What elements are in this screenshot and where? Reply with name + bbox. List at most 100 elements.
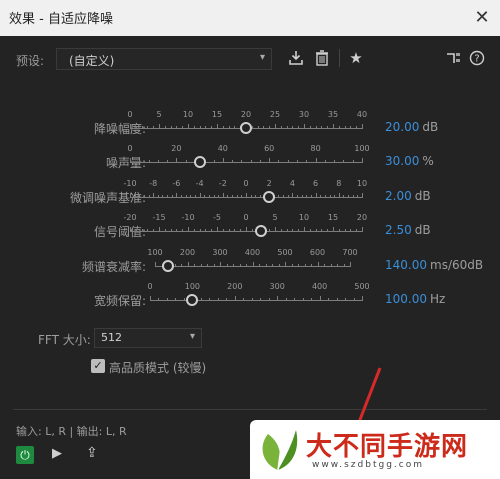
slider-value-unit: ms/60dB: [430, 258, 484, 272]
tick-mark: [321, 126, 323, 129]
tick-mark: [350, 126, 352, 129]
tick-mark: [141, 126, 143, 129]
tick-mark: [153, 126, 155, 129]
tick-mark: [356, 229, 358, 232]
watermark-url: www.szdbtgg.com: [312, 460, 424, 470]
tick-label: 600: [309, 248, 326, 257]
tick-mark: [357, 195, 359, 198]
tick-label: 60: [264, 144, 275, 153]
tick-mark: [130, 158, 131, 163]
tick-mark: [222, 158, 224, 163]
tick-mark: [278, 160, 280, 163]
tick-mark: [234, 296, 236, 301]
tick-mark: [329, 195, 331, 198]
slider-value[interactable]: 20.00 dB: [385, 120, 438, 134]
slider-value[interactable]: 100.00 Hz: [385, 292, 445, 306]
slider-value-number[interactable]: 2.00: [385, 189, 412, 203]
tick-mark: [170, 126, 172, 129]
tick-mark: [217, 124, 218, 129]
tick-label: 20: [240, 110, 252, 119]
tick-label: 0: [147, 282, 153, 291]
tick-mark: [139, 160, 141, 163]
slider-value-number[interactable]: 30.00: [385, 154, 419, 168]
tick-mark: [292, 229, 294, 232]
slider-value-unit: dB: [422, 120, 439, 134]
slider-value-number[interactable]: 100.00: [385, 292, 427, 306]
slider-track[interactable]: [150, 300, 362, 301]
tick-mark: [130, 227, 131, 232]
leaf-logo-icon: [262, 430, 298, 471]
slider-value[interactable]: 2.00 dB: [385, 189, 431, 203]
tick-mark: [328, 298, 330, 301]
slider-value[interactable]: 30.00%: [385, 154, 434, 168]
tick-mark: [362, 124, 363, 129]
slider-label: 降噪幅度:: [93, 122, 146, 136]
tick-mark: [278, 264, 280, 267]
tick-mark: [148, 195, 150, 198]
tick-mark: [213, 195, 215, 198]
tick-label: 30: [298, 110, 310, 119]
slider-value-number[interactable]: 140.00: [385, 258, 427, 272]
tick-mark: [239, 264, 241, 267]
slider-knob[interactable]: [263, 191, 276, 203]
tick-mark: [241, 195, 243, 198]
tick-mark: [130, 193, 131, 198]
slider-knob[interactable]: [240, 122, 252, 134]
tick-mark: [298, 126, 300, 129]
tick-label: 0: [127, 110, 133, 119]
slider-knob[interactable]: [254, 225, 267, 237]
tick-mark: [268, 298, 270, 301]
watermark-logo: 大不同手游网 www.szdbtgg.com: [250, 420, 500, 479]
slider-value[interactable]: 140.00 ms/60dB: [385, 258, 483, 272]
tick-label: 200: [179, 248, 196, 257]
tick-label: 0: [243, 179, 249, 188]
slider-knob[interactable]: [162, 260, 174, 272]
tick-mark: [269, 229, 271, 232]
tick-mark: [275, 124, 276, 129]
tick-mark: [319, 296, 321, 301]
tick-mark: [315, 158, 317, 163]
tick-mark: [167, 160, 169, 163]
tick-mark: [174, 264, 176, 267]
tick-mark: [243, 298, 245, 301]
slider-value[interactable]: 2.50 dB: [385, 223, 431, 237]
tick-mark: [164, 229, 166, 232]
tick-label: 35: [327, 110, 339, 119]
slider-value-number[interactable]: 2.50: [385, 223, 412, 237]
tick-mark: [343, 195, 345, 198]
tick-mark: [348, 195, 350, 198]
tick-mark: [304, 227, 305, 232]
tick-mark: [294, 298, 296, 301]
tick-label: 100: [354, 144, 370, 153]
tick-mark: [182, 229, 184, 232]
tick-mark: [252, 262, 254, 267]
slider-knob[interactable]: [193, 156, 206, 168]
tick-mark: [199, 126, 201, 129]
tick-mark: [362, 296, 363, 301]
tick-mark: [181, 264, 182, 267]
tick-label: 2: [266, 179, 272, 188]
slider-knob[interactable]: [186, 294, 199, 306]
tick-mark: [176, 158, 178, 163]
slider-track[interactable]: [130, 162, 362, 163]
tick-mark: [306, 195, 308, 198]
tick-mark: [344, 229, 346, 232]
tick-mark: [222, 229, 224, 232]
tick-mark: [155, 262, 156, 267]
tick-mark: [190, 195, 192, 198]
tick-mark: [193, 229, 195, 232]
tick-mark: [135, 229, 137, 232]
tick-label: 100: [147, 248, 163, 257]
tick-mark: [343, 264, 345, 267]
tick-label: -6: [172, 179, 181, 188]
slider-value-number[interactable]: 20.00: [385, 120, 419, 134]
tick-mark: [304, 264, 306, 267]
tick-label: -20: [123, 213, 137, 222]
tick-mark: [246, 227, 247, 232]
tick-mark: [327, 229, 329, 232]
tick-mark: [320, 195, 322, 198]
tick-mark: [209, 298, 211, 301]
tick-mark: [277, 296, 279, 301]
tick-mark: [297, 160, 299, 163]
tick-mark: [222, 126, 224, 129]
